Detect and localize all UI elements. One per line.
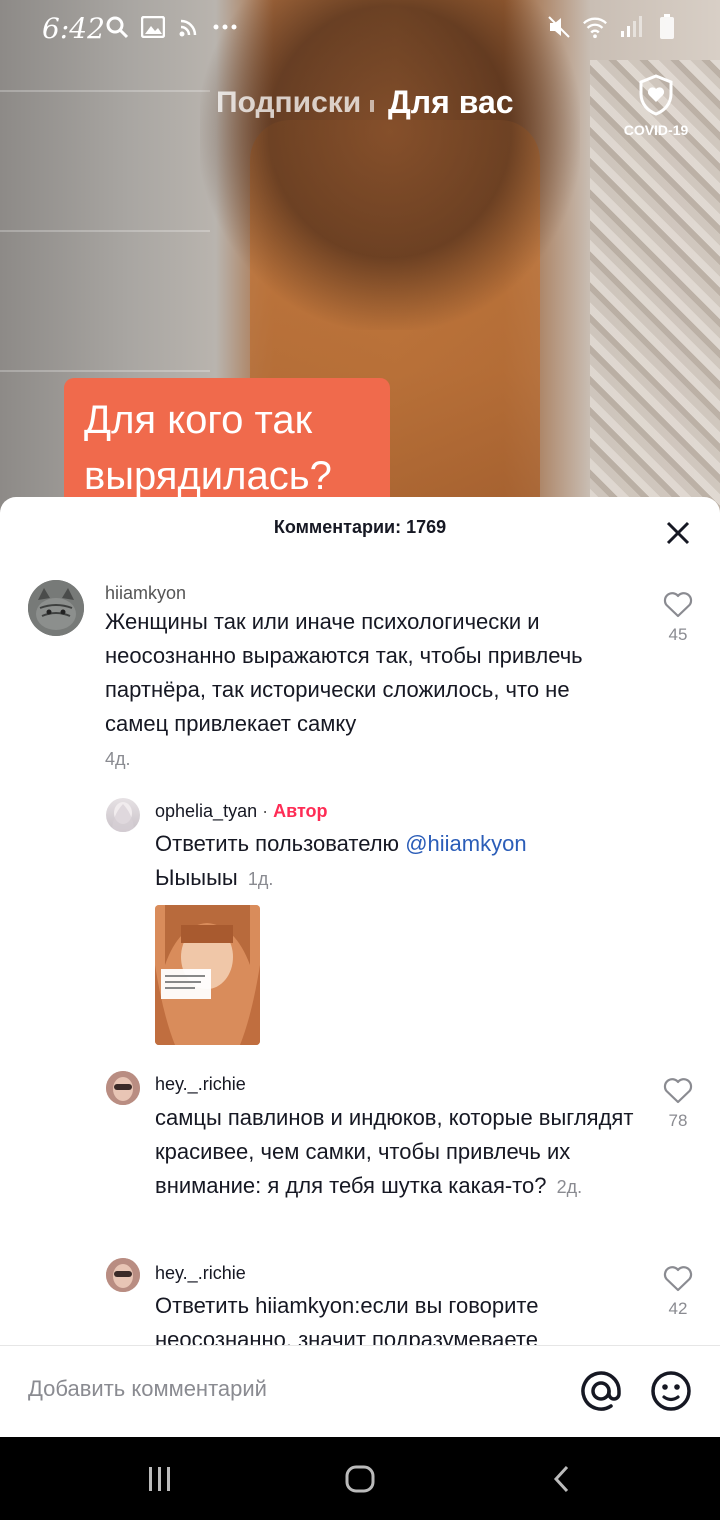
- home-button[interactable]: [340, 1463, 380, 1495]
- comment-username[interactable]: hey._.richie: [155, 1263, 246, 1284]
- reply-item: hey._.richie самцы павлинов и индюков, к…: [0, 1061, 720, 1249]
- video-player[interactable]: Для кого так вырядилась?: [0, 0, 720, 520]
- covid-info-button[interactable]: COVID-19: [614, 74, 698, 144]
- rss-icon: [176, 14, 202, 40]
- tab-for-you[interactable]: Для вас: [388, 84, 514, 121]
- at-sign-icon: [581, 1371, 621, 1411]
- like-count: 42: [668, 1299, 688, 1318]
- like-count: 45: [668, 625, 688, 644]
- reply-prefix: Ответить: [155, 1293, 250, 1318]
- comment-username[interactable]: hiiamkyon: [105, 583, 186, 604]
- user-avatar-icon: [106, 1258, 140, 1292]
- covid-label: COVID-19: [623, 122, 689, 138]
- back-chevron-icon: [553, 1465, 569, 1493]
- comment-time: 2д.: [556, 1177, 583, 1197]
- reply-item: ophelia_tyan · Автор Ответить пользовате…: [0, 791, 720, 1061]
- author-badge: Автор: [273, 801, 328, 821]
- comment-username[interactable]: hey._.richie: [155, 1074, 246, 1095]
- comment-time: 1д.: [247, 869, 274, 889]
- caption-line-2: вырядилась?: [84, 454, 332, 498]
- avatar[interactable]: [106, 1071, 140, 1105]
- user-avatar-icon: [106, 1071, 140, 1105]
- shield-heart-icon: [639, 74, 673, 116]
- reply-item: hey._.richie Ответить hiiamkyon:если вы …: [0, 1251, 720, 1345]
- status-time: 6:42: [42, 12, 105, 45]
- comment-item: hiiamkyon Женщины так или иначе психолог…: [0, 561, 720, 791]
- mention-button[interactable]: [580, 1370, 622, 1412]
- back-button[interactable]: [542, 1463, 582, 1495]
- home-icon: [345, 1465, 375, 1493]
- comment-username[interactable]: ophelia_tyan: [155, 801, 257, 821]
- comments-list[interactable]: hiiamkyon Женщины так или иначе психолог…: [0, 561, 720, 1345]
- close-icon: [666, 521, 690, 545]
- recent-apps-icon: [149, 1467, 170, 1491]
- comment-time: 4д.: [105, 749, 131, 769]
- reply-user-line: ophelia_tyan · Автор: [155, 801, 328, 822]
- comment-input-bar: Добавить комментарий: [0, 1345, 720, 1437]
- comment-text-block: Ответить hiiamkyon:если вы говорите неос…: [155, 1289, 625, 1345]
- wall-tile-line: [0, 370, 210, 372]
- reply-user[interactable]: hiiamkyon: [255, 1293, 354, 1318]
- tab-following[interactable]: Подписки: [216, 86, 361, 120]
- reply-thumbnail-image: [155, 905, 260, 1045]
- comment-text: Женщины так или иначе психологически и н…: [105, 609, 583, 736]
- like-button[interactable]: 45: [658, 591, 698, 645]
- smiley-face-icon: [651, 1371, 691, 1411]
- recent-apps-button[interactable]: [140, 1463, 180, 1495]
- search-icon: [104, 14, 130, 40]
- reply-prefix: Ответить пользователю: [155, 831, 400, 856]
- comments-title: Комментарии: 1769: [273, 517, 447, 537]
- heart-icon: [663, 592, 693, 618]
- cat-avatar-icon: [28, 580, 84, 636]
- separator-dot: ·: [262, 801, 269, 821]
- signal-icon: [618, 14, 644, 40]
- avatar[interactable]: [106, 798, 140, 832]
- mention-link[interactable]: @hiiamkyon: [405, 831, 526, 856]
- wifi-icon: [582, 14, 608, 40]
- emoji-button[interactable]: [650, 1370, 692, 1412]
- comments-header: Комментарии: 1769: [0, 497, 720, 561]
- comments-sheet: Комментарии: 1769 hiiamkyon Женщины так …: [0, 497, 720, 1437]
- comment-text-block: Женщины так или иначе психологически и н…: [105, 605, 625, 776]
- caption-line-1: Для кого так: [84, 398, 313, 442]
- heart-icon: [663, 1266, 693, 1292]
- mute-icon: [546, 14, 572, 40]
- reply-text-block: Ответить пользователю @hiiamkyon Ыыыыы 1…: [155, 827, 595, 896]
- system-navigation-bar: [0, 1437, 720, 1520]
- comment-text-block: самцы павлинов и индюков, которые выгляд…: [155, 1101, 635, 1204]
- wall-tile-line: [0, 230, 210, 232]
- feed-tabs: Подписки Для вас COVID-19: [0, 74, 720, 138]
- more-notifications-icon: [212, 14, 238, 40]
- like-button[interactable]: 78: [658, 1077, 698, 1131]
- avatar[interactable]: [28, 580, 84, 636]
- reply-video-thumbnail[interactable]: [155, 905, 260, 1045]
- like-count: 78: [668, 1111, 688, 1130]
- like-button[interactable]: 42: [658, 1265, 698, 1319]
- comment-input[interactable]: Добавить комментарий: [28, 1376, 267, 1402]
- status-bar: 6:42: [0, 0, 720, 56]
- close-comments-button[interactable]: [660, 515, 696, 551]
- gallery-icon: [140, 14, 166, 40]
- user-avatar-icon: [112, 802, 134, 832]
- battery-icon: [654, 14, 680, 40]
- tab-separator: [370, 100, 374, 112]
- avatar[interactable]: [106, 1258, 140, 1292]
- heart-icon: [663, 1078, 693, 1104]
- comment-text: Ыыыыы: [155, 865, 238, 890]
